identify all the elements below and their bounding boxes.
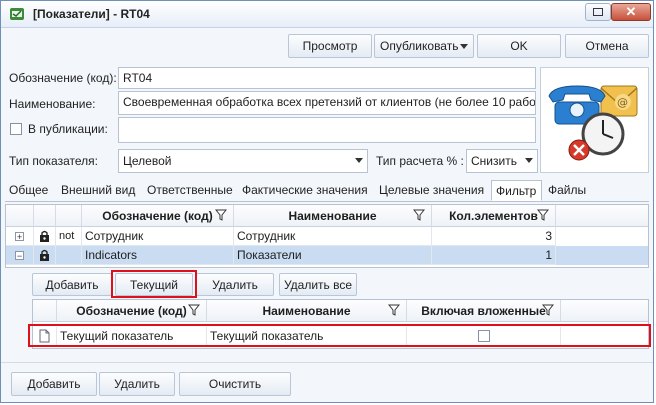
name-input[interactable]: Своевременная обработка всех претензий о… [118, 91, 536, 115]
element-grid-header-code-label: Обозначение (код) [76, 304, 187, 318]
grid-header-expander [6, 205, 34, 227]
footer-clear-button[interactable]: Очистить [179, 372, 291, 396]
row-not-cell[interactable] [56, 246, 82, 265]
delete-filter-button[interactable]: Удалить [196, 273, 274, 296]
tab-strip: Общее Внешний вид Ответственные Фактичес… [5, 180, 649, 202]
footer-divider [1, 362, 653, 363]
document-icon [39, 329, 50, 343]
preview-button[interactable]: Просмотр [288, 34, 372, 58]
current-button[interactable]: Текущий [115, 273, 193, 296]
filter-icon[interactable] [537, 209, 549, 221]
lock-icon [40, 230, 49, 242]
grid-header-code[interactable]: Обозначение (код) [82, 205, 234, 227]
row-count-cell: 3 [432, 227, 556, 246]
tab-general[interactable]: Общее [5, 180, 52, 201]
row-doc-cell [33, 327, 57, 346]
row-name-cell: Сотрудник [234, 227, 432, 246]
element-grid-header-nested-label: Включая вложенные [421, 304, 546, 318]
phone-mail-clock-icon: @ [548, 85, 638, 161]
type-select[interactable]: Целевой [118, 149, 368, 173]
include-nested-checkbox[interactable] [478, 330, 490, 342]
collapse-icon[interactable]: − [15, 251, 24, 261]
restore-icon [593, 8, 603, 16]
close-icon: ✕ [625, 4, 637, 19]
publish-label: В публикации: [28, 122, 108, 136]
calc-select[interactable]: Снизить [466, 149, 538, 173]
element-grid-header-name-label: Наименование [262, 304, 351, 318]
footer-add-button[interactable]: Добавить [11, 372, 97, 396]
filter-icon[interactable] [388, 304, 400, 316]
grid-header-name-label: Наименование [288, 209, 377, 223]
row-name-cell: Показатели [234, 246, 432, 265]
row-expander-cell: + [6, 227, 34, 246]
filter-grid: Обозначение (код) Наименование Кол.элеме… [5, 204, 649, 268]
publish-checkbox[interactable] [10, 123, 22, 135]
row-name-cell: Текущий показатель [207, 327, 407, 346]
tab-actual-values[interactable]: Фактические значения [238, 180, 372, 201]
cancel-button[interactable]: Отмена [565, 34, 649, 58]
code-label: Обозначение (код): [9, 71, 117, 85]
grid-header-name[interactable]: Наименование [234, 205, 432, 227]
type-select-value: Целевой [123, 154, 172, 168]
filter-icon[interactable] [188, 304, 200, 316]
svg-text:@: @ [617, 96, 628, 109]
tab-target-values[interactable]: Целевые значения [375, 180, 488, 201]
lock-icon [40, 249, 49, 261]
element-grid-header-empty [561, 300, 648, 322]
close-button[interactable]: ✕ [611, 3, 651, 21]
add-filter-button[interactable]: Добавить [32, 273, 112, 296]
delete-all-button[interactable]: Удалить все [279, 273, 357, 296]
publish-button-label: Опубликовать [380, 39, 459, 53]
row-lock-cell [34, 246, 56, 265]
element-grid-header-name[interactable]: Наименование [207, 300, 407, 322]
row-nested-cell [407, 327, 561, 346]
tab-responsible[interactable]: Ответственные [143, 180, 237, 201]
row-lock-cell [34, 227, 56, 246]
tab-appearance[interactable]: Внешний вид [57, 180, 139, 201]
grid-header-code-label: Обозначение (код) [102, 209, 213, 223]
row-code-cell: Сотрудник [82, 227, 234, 246]
row-code-cell: Текущий показатель [57, 327, 207, 346]
app-icon [10, 8, 24, 20]
expand-icon[interactable]: + [15, 232, 24, 242]
table-row[interactable]: Текущий показатель Текущий показатель [33, 327, 648, 346]
element-grid-header-nested[interactable]: Включая вложенные [407, 300, 561, 322]
window-title: [Показатели] - RT04 [33, 7, 150, 21]
grid-header-lock [34, 205, 56, 227]
row-code-cell: Indicators [82, 246, 234, 265]
calc-select-value: Снизить [471, 154, 517, 168]
footer-delete-button[interactable]: Удалить [99, 372, 175, 396]
filter-icon[interactable] [215, 209, 227, 221]
grid-header-not [56, 205, 82, 227]
name-label: Наименование: [9, 97, 96, 111]
publish-button[interactable]: Опубликовать [374, 34, 474, 58]
grid-header-empty [556, 205, 648, 227]
table-row[interactable]: + not Сотрудник Сотрудник 3 [6, 227, 648, 246]
publish-input[interactable] [118, 117, 536, 143]
element-grid: Обозначение (код) Наименование Включая в… [32, 299, 649, 349]
element-grid-header-code[interactable]: Обозначение (код) [57, 300, 207, 322]
row-not-cell[interactable]: not [56, 227, 82, 246]
chevron-down-icon [460, 44, 468, 49]
row-count-cell: 1 [432, 246, 556, 265]
chevron-down-icon [355, 158, 363, 163]
ok-button[interactable]: OK [477, 34, 561, 58]
indicator-window: [Показатели] - RT04 ✕ Просмотр Опубликов… [0, 0, 654, 403]
type-label: Тип показателя: [9, 154, 98, 168]
row-expander-cell: − [6, 246, 34, 265]
grid-header-count[interactable]: Кол.элементов [432, 205, 556, 227]
code-input[interactable]: RT04 [118, 67, 536, 89]
restore-button[interactable] [585, 3, 611, 21]
calc-label: Тип расчета % : [376, 154, 464, 168]
indicator-picture[interactable]: @ [540, 67, 649, 173]
tab-filter[interactable]: Фильтр [491, 180, 542, 201]
table-row-selected[interactable]: − Indicators Показатели 1 [6, 246, 648, 265]
chevron-down-icon [525, 158, 533, 163]
title-bar: [Показатели] - RT04 ✕ [1, 1, 653, 28]
tab-files[interactable]: Файлы [544, 180, 590, 201]
filter-icon[interactable] [413, 209, 425, 221]
filter-icon[interactable] [542, 304, 554, 316]
grid-header-count-label: Кол.элементов [449, 209, 538, 223]
element-grid-header-icon [33, 300, 57, 322]
